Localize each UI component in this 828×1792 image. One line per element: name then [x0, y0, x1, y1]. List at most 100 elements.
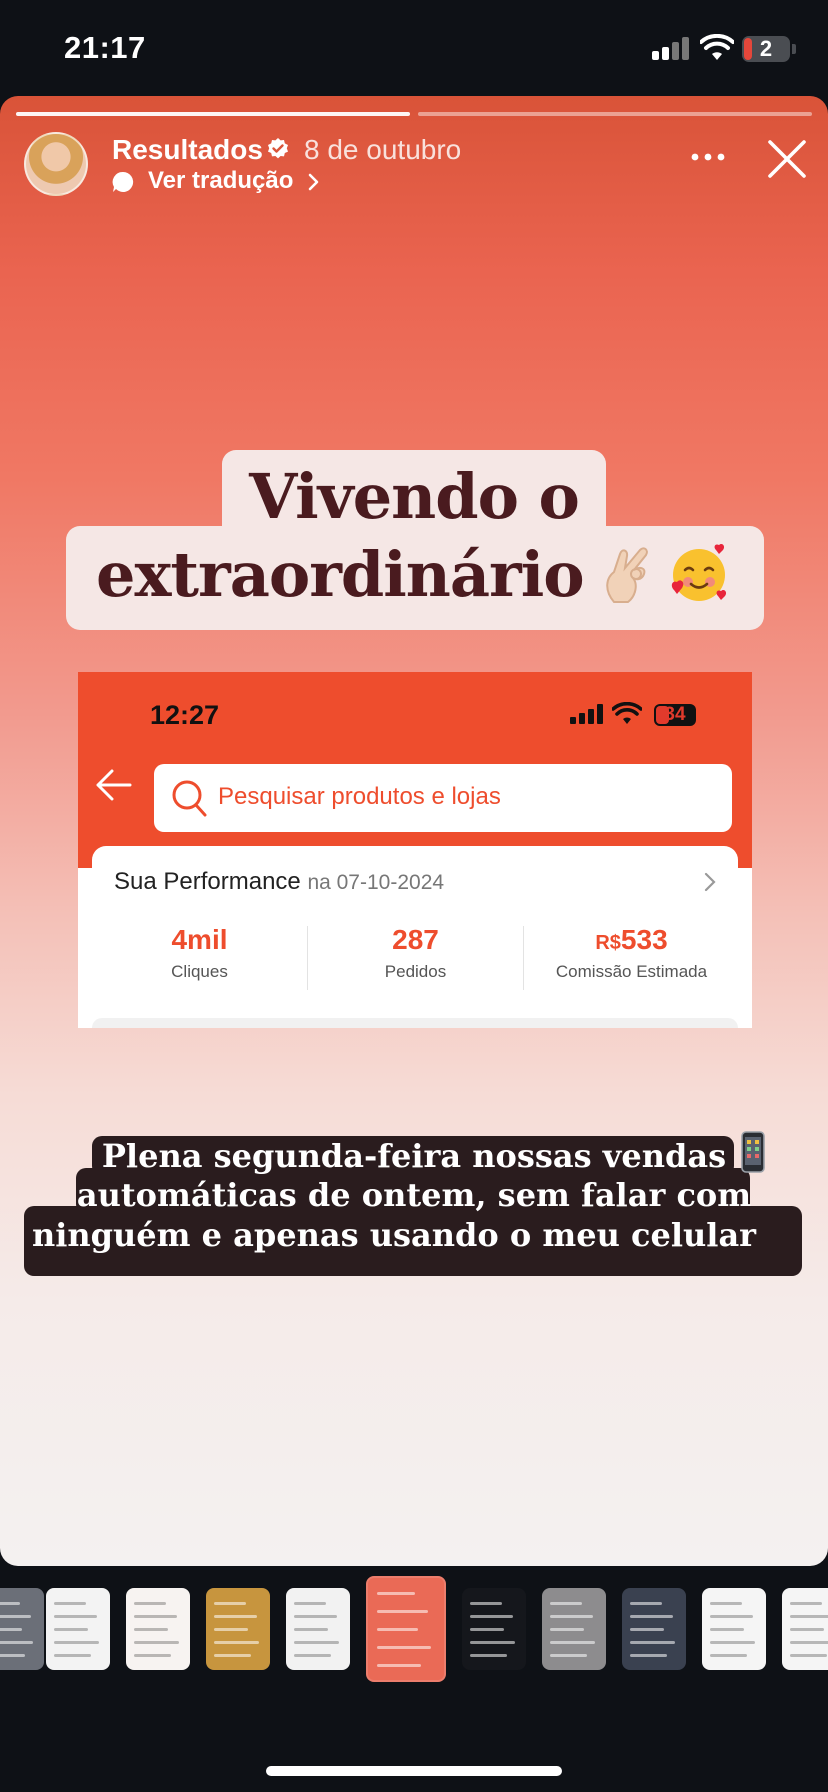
thumb-content-line	[469, 1602, 502, 1605]
stat-commission-label: Comissão Estimada	[555, 962, 708, 981]
thumb-content-line	[549, 1654, 587, 1657]
home-indicator[interactable]	[266, 1766, 562, 1776]
headline-line-2: extraordinário	[96, 538, 585, 611]
story-username[interactable]: Resultados	[112, 134, 263, 166]
thumb-content-line	[377, 1610, 429, 1613]
caption-line-1: Plena segunda-feira nossas vendas	[101, 1137, 727, 1175]
caption-line-3: ninguém e apenas usando o meu celular	[31, 1216, 757, 1254]
avatar[interactable]	[24, 132, 88, 196]
shot-search-placeholder: Pesquisar produtos e lojas	[218, 783, 501, 810]
shot-battery-label: 34	[664, 704, 686, 725]
thumb-content-line	[0, 1628, 23, 1631]
speech-bubble-icon	[112, 171, 134, 192]
stat-clicks: 4mil Cliques	[92, 924, 307, 982]
thumb-2[interactable]	[126, 1588, 190, 1670]
shot-cellular-signal-icon	[570, 704, 604, 724]
thumb-content-line	[549, 1615, 593, 1618]
thumb-content-line	[293, 1615, 337, 1618]
thumb-content-line	[0, 1615, 31, 1618]
thumb-content-line	[789, 1628, 825, 1631]
thumb-content-line	[469, 1615, 513, 1618]
thumb-content-line	[293, 1602, 326, 1605]
thumb-content-line	[133, 1615, 177, 1618]
thumb-content-line	[709, 1641, 756, 1644]
stat-orders-value: 287	[392, 924, 439, 955]
battery-icon: 2	[742, 36, 790, 62]
battery-label: 2	[759, 36, 773, 61]
thumb-current[interactable]	[366, 1576, 446, 1682]
thumb-content-line	[469, 1641, 516, 1644]
thumb-9[interactable]	[702, 1588, 766, 1670]
thumb-partial-right[interactable]	[782, 1588, 828, 1670]
wifi-icon	[700, 34, 734, 60]
search-icon	[172, 780, 207, 817]
story-date: 8 de outubro	[304, 134, 462, 165]
thumb-4[interactable]	[286, 1588, 350, 1670]
performance-date: na 07-10-2024	[307, 871, 445, 894]
more-options-icon[interactable]	[690, 150, 726, 164]
thumb-6[interactable]	[462, 1588, 526, 1670]
stat-commission: R$533 Comissão Estimada	[524, 924, 739, 982]
thumb-8[interactable]	[622, 1588, 686, 1670]
ok-hand-icon	[606, 547, 648, 603]
thumb-content-line	[53, 1602, 86, 1605]
thumb-content-line	[377, 1646, 432, 1649]
thumb-content-line	[709, 1602, 742, 1605]
thumb-3[interactable]	[206, 1588, 270, 1670]
thumb-content-line	[629, 1628, 665, 1631]
performance-title: Sua Performance na 07-10-2024	[114, 868, 444, 896]
shot-battery-icon: 34	[654, 704, 696, 726]
progress-segment-viewed	[16, 112, 410, 116]
thumb-content-line	[213, 1615, 257, 1618]
story-progress-bar	[16, 112, 812, 116]
thumb-content-line	[53, 1628, 89, 1631]
headline-line-1: Vivendo o	[249, 460, 580, 533]
shot-wifi-icon	[612, 702, 642, 724]
thumb-7[interactable]	[542, 1588, 606, 1670]
story-thumbnails-tray	[0, 1566, 828, 1792]
thumb-content-line	[213, 1628, 249, 1631]
mobile-phone-icon	[741, 1131, 765, 1173]
thumb-content-line	[789, 1615, 828, 1618]
thumb-content-line	[789, 1654, 827, 1657]
performance-title-text: Sua Performance	[114, 868, 301, 895]
thumb-content-line	[469, 1628, 505, 1631]
thumb-content-line	[549, 1602, 582, 1605]
status-bar: 21:17 2	[0, 0, 828, 96]
thumb-content-line	[293, 1654, 331, 1657]
chevron-right-icon	[704, 872, 716, 892]
thumb-content-line	[133, 1628, 169, 1631]
stat-orders: 287 Pedidos	[308, 924, 523, 982]
thumb-content-line	[293, 1641, 340, 1644]
thumb-content-line	[629, 1602, 662, 1605]
thumb-content-line	[789, 1602, 822, 1605]
thumb-content-line	[53, 1641, 100, 1644]
shot-next-card	[92, 1018, 738, 1028]
thumb-partial-left[interactable]	[0, 1588, 44, 1670]
thumb-content-line	[709, 1615, 753, 1618]
thumb-content-line	[53, 1654, 91, 1657]
thumb-content-line	[0, 1641, 34, 1644]
stat-orders-label: Pedidos	[384, 962, 447, 981]
see-translation-label: Ver tradução	[148, 167, 294, 194]
cellular-signal-icon	[652, 36, 692, 60]
thumb-content-line	[629, 1654, 667, 1657]
status-time: 21:17	[64, 30, 146, 65]
thumb-content-line	[549, 1641, 596, 1644]
story-card[interactable]: Resultados 8 de outubro Ver tradução Viv…	[0, 96, 828, 1566]
progress-segment-pending	[418, 112, 812, 116]
thumb-content-line	[377, 1664, 422, 1667]
stat-clicks-value: 4mil	[171, 924, 228, 955]
thumb-1[interactable]	[46, 1588, 110, 1670]
performance-card: Sua Performance na 07-10-2024 4mil Cliqu…	[92, 846, 738, 1006]
stat-clicks-label: Cliques	[171, 962, 228, 981]
caption-line-2: automáticas de ontem, sem falar com	[76, 1176, 752, 1214]
thumb-content-line	[629, 1641, 676, 1644]
close-icon[interactable]	[766, 138, 808, 180]
thumb-content-line	[709, 1654, 747, 1657]
thumb-content-line	[709, 1628, 745, 1631]
thumb-content-line	[789, 1641, 828, 1644]
stat-commission-currency: R$	[595, 932, 621, 954]
thumb-content-line	[0, 1602, 20, 1605]
back-arrow-icon	[96, 769, 132, 801]
